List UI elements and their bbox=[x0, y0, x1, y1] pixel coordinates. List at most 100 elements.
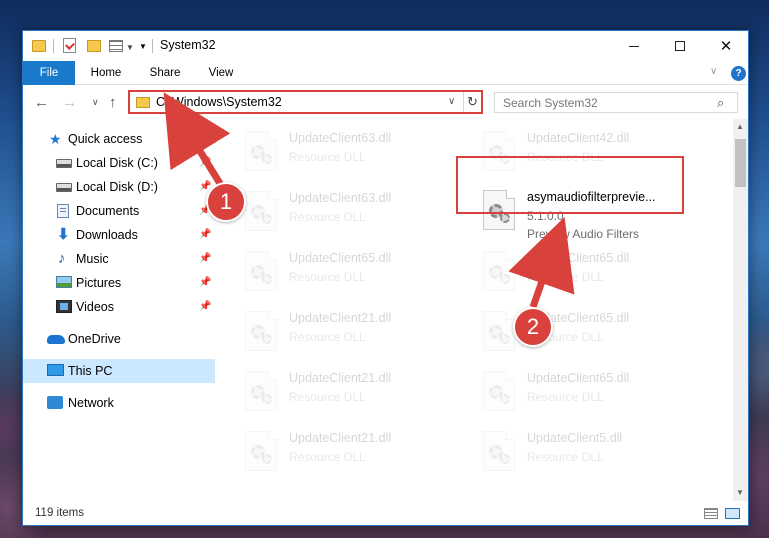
refresh-button[interactable]: ↻ bbox=[463, 92, 481, 112]
pin-icon[interactable]: 📌 bbox=[199, 253, 211, 264]
file-explorer-window: ▼ ▼ System32 ✕ File Home Share View ∨ ? … bbox=[22, 30, 749, 526]
folder-icon bbox=[136, 97, 150, 108]
back-button[interactable]: ← bbox=[34, 94, 49, 111]
sidebar-item-local-disk-c[interactable]: Local Disk (C:) 📌 bbox=[23, 151, 215, 175]
search-icon[interactable]: ⌕ bbox=[717, 95, 724, 111]
sidebar-item-label: Documents bbox=[76, 204, 140, 218]
dll-file-icon bbox=[483, 251, 515, 291]
sidebar-item-pictures[interactable]: Pictures 📌 bbox=[23, 271, 215, 295]
status-bar: 119 items bbox=[23, 501, 748, 525]
sidebar-item-music[interactable]: ♪ Music 📌 bbox=[23, 247, 215, 271]
properties-icon[interactable] bbox=[63, 38, 76, 53]
dll-file-icon bbox=[245, 431, 277, 471]
vertical-scrollbar[interactable]: ▲ ▼ bbox=[733, 119, 748, 501]
list-item[interactable]: UpdateClient21.dll Resource DLL bbox=[245, 427, 475, 477]
file-name: UpdateClient5.dll bbox=[527, 431, 623, 445]
sidebar-item-label: Downloads bbox=[76, 228, 138, 242]
scrollbar-thumb[interactable] bbox=[735, 139, 746, 187]
scroll-down-icon[interactable]: ▼ bbox=[736, 488, 744, 497]
forward-button[interactable]: → bbox=[62, 94, 77, 111]
drive-icon bbox=[56, 159, 72, 168]
item-count: 119 items bbox=[35, 507, 85, 519]
sidebar-item-onedrive[interactable]: OneDrive bbox=[23, 327, 215, 351]
sidebar-item-label: Local Disk (D:) bbox=[76, 180, 158, 194]
sidebar-item-quick-access[interactable]: ★ Quick access bbox=[23, 127, 215, 151]
file-name: UpdateClient42.dll bbox=[527, 131, 630, 145]
tab-file[interactable]: File bbox=[23, 61, 75, 85]
recent-locations-icon[interactable]: ∨ bbox=[92, 97, 99, 108]
search-box[interactable]: ⌕ bbox=[494, 92, 738, 113]
this-pc-icon bbox=[47, 364, 64, 376]
file-name: UpdateClient65.dll bbox=[289, 251, 392, 265]
dll-file-icon bbox=[245, 371, 277, 411]
dll-file-icon bbox=[245, 131, 277, 171]
file-name: UpdateClient63.dll bbox=[289, 191, 392, 205]
step-badge-1: 1 bbox=[206, 182, 246, 222]
pin-icon[interactable]: 📌 bbox=[199, 301, 211, 312]
expand-ribbon-icon[interactable]: ∨ bbox=[710, 66, 717, 77]
file-description: Preview Audio Filters bbox=[527, 227, 640, 241]
list-item[interactable]: UpdateClient65.dll Resource DLL bbox=[483, 247, 713, 297]
view-icon[interactable] bbox=[109, 40, 123, 52]
pictures-icon bbox=[56, 276, 72, 288]
chevron-down-icon[interactable]: ▼ bbox=[126, 43, 134, 52]
file-type: Resource DLL bbox=[527, 270, 604, 284]
list-item[interactable]: UpdateClient21.dll Resource DLL bbox=[245, 367, 475, 417]
divider bbox=[152, 39, 153, 53]
help-icon[interactable]: ? bbox=[731, 66, 746, 81]
downloads-icon: ⬇ bbox=[57, 226, 70, 243]
list-item[interactable]: UpdateClient5.dll Resource DLL bbox=[483, 427, 713, 477]
title-bar: ▼ ▼ System32 ✕ bbox=[23, 31, 748, 61]
list-item[interactable]: UpdateClient21.dll Resource DLL bbox=[245, 307, 475, 357]
sidebar-item-documents[interactable]: Documents 📌 bbox=[23, 199, 215, 223]
sidebar-item-label: Network bbox=[68, 396, 114, 410]
scroll-up-icon[interactable]: ▲ bbox=[736, 122, 744, 131]
divider bbox=[53, 39, 54, 53]
minimize-icon bbox=[629, 45, 639, 47]
star-icon: ★ bbox=[49, 131, 62, 147]
file-name: UpdateClient21.dll bbox=[289, 311, 392, 325]
chevron-down-icon[interactable]: ∨ bbox=[448, 96, 455, 107]
address-path[interactable]: C:\Windows\System32 bbox=[156, 95, 282, 109]
details-view-icon[interactable] bbox=[704, 508, 718, 519]
sidebar-item-network[interactable]: Network bbox=[23, 391, 215, 415]
tab-view[interactable]: View bbox=[197, 61, 245, 85]
sidebar-item-label: This PC bbox=[68, 364, 113, 378]
file-name: UpdateClient63.dll bbox=[289, 131, 392, 145]
dll-file-icon bbox=[483, 431, 515, 471]
customize-toolbar-icon[interactable]: ▼ bbox=[139, 42, 147, 51]
folder-icon bbox=[32, 40, 46, 52]
address-bar[interactable]: C:\Windows\System32 ∨ ↻ bbox=[128, 90, 483, 114]
close-icon: ✕ bbox=[719, 38, 733, 55]
sidebar-item-local-disk-d[interactable]: Local Disk (D:) 📌 bbox=[23, 175, 215, 199]
highlight-box bbox=[456, 156, 684, 214]
search-input[interactable] bbox=[495, 93, 705, 112]
up-button[interactable]: ↑ bbox=[109, 94, 117, 111]
documents-icon bbox=[57, 204, 69, 218]
sidebar-item-videos[interactable]: Videos 📌 bbox=[23, 295, 215, 319]
sidebar-item-label: Quick access bbox=[68, 132, 143, 146]
tab-share[interactable]: Share bbox=[137, 61, 193, 85]
pin-icon[interactable]: 📌 bbox=[199, 157, 211, 168]
file-type: Resource DLL bbox=[289, 330, 366, 344]
list-item[interactable]: UpdateClient63.dll Resource DLL bbox=[245, 187, 475, 237]
list-item[interactable]: UpdateClient65.dll Resource DLL bbox=[245, 247, 475, 297]
sidebar-item-label: Videos bbox=[76, 300, 114, 314]
list-item[interactable]: UpdateClient65.dll Resource DLL bbox=[483, 367, 713, 417]
new-folder-icon[interactable] bbox=[87, 40, 101, 52]
close-button[interactable]: ✕ bbox=[703, 31, 749, 61]
sidebar-item-this-pc[interactable]: This PC bbox=[23, 359, 215, 383]
pin-icon[interactable]: 📌 bbox=[199, 277, 211, 288]
maximize-button[interactable] bbox=[657, 31, 703, 61]
list-item[interactable]: UpdateClient63.dll Resource DLL bbox=[245, 127, 475, 177]
pin-icon[interactable]: 📌 bbox=[199, 229, 211, 240]
file-type: Resource DLL bbox=[289, 270, 366, 284]
minimize-button[interactable] bbox=[611, 31, 657, 61]
file-type: Resource DLL bbox=[527, 390, 604, 404]
tiles-view-icon[interactable] bbox=[725, 508, 740, 519]
dll-file-icon bbox=[483, 311, 515, 351]
sidebar-item-downloads[interactable]: ⬇ Downloads 📌 bbox=[23, 223, 215, 247]
file-name: UpdateClient21.dll bbox=[289, 431, 392, 445]
file-type: Resource DLL bbox=[289, 150, 366, 164]
tab-home[interactable]: Home bbox=[79, 61, 133, 85]
